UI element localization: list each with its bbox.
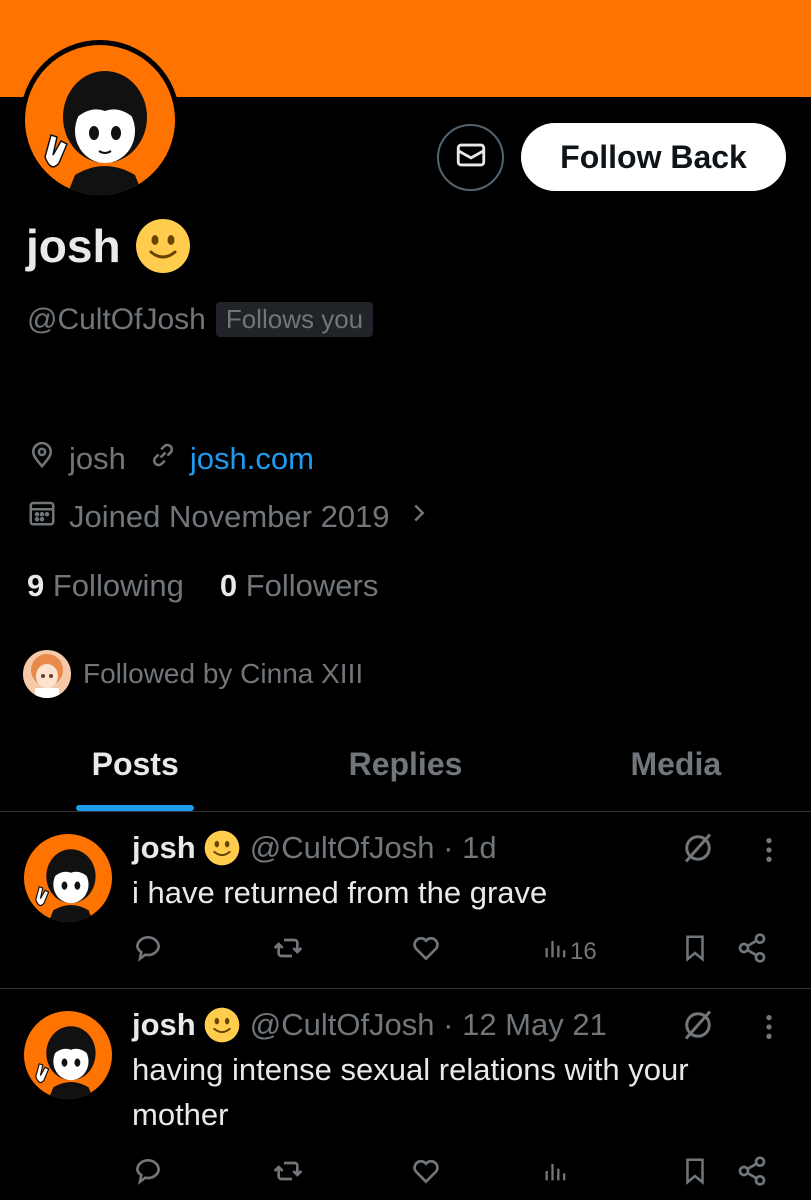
tab-replies-label: Replies xyxy=(348,746,463,782)
post-header: josh @CultOfJosh · 12 May 21 xyxy=(132,1007,607,1043)
reply-icon[interactable] xyxy=(132,932,164,964)
post-meta: @CultOfJosh · 1d xyxy=(249,830,497,865)
chevron-right-icon xyxy=(408,498,442,536)
post-author-name[interactable]: josh xyxy=(132,830,196,866)
post-avatar[interactable] xyxy=(24,1011,112,1099)
post-text: having intense sexual relations with you… xyxy=(132,1052,689,1132)
share-icon[interactable] xyxy=(736,932,768,964)
more-icon[interactable] xyxy=(760,1011,778,1048)
tab-media-label: Media xyxy=(630,746,722,782)
grok-icon[interactable] xyxy=(680,830,716,871)
profile-avatar[interactable] xyxy=(20,40,180,200)
active-tab-indicator xyxy=(76,805,195,811)
calendar-icon xyxy=(27,498,69,536)
joined-date: Joined November 2019 xyxy=(69,499,390,534)
share-icon[interactable] xyxy=(736,1155,768,1187)
slightly-smiling-emoji-icon xyxy=(135,218,191,274)
profile-tabs: Posts Replies Media xyxy=(0,730,811,812)
follower-avatar xyxy=(21,648,73,700)
heart-icon[interactable] xyxy=(410,1155,442,1187)
tab-posts-label: Posts xyxy=(91,746,179,782)
views-icon xyxy=(542,1155,570,1194)
followers-count-link[interactable]: 0 Followers xyxy=(220,568,379,604)
profile-location: josh xyxy=(69,441,126,476)
post-header: josh @CultOfJosh · 1d xyxy=(132,830,497,866)
post-author-name[interactable]: josh xyxy=(132,1007,196,1043)
post-text: i have returned from the grave xyxy=(132,875,548,910)
profile-website-link[interactable]: josh.com xyxy=(190,441,314,477)
more-icon[interactable] xyxy=(760,834,778,871)
handle-row: @CultOfJosh Follows you xyxy=(27,302,374,337)
slightly-smiling-emoji-icon xyxy=(204,1007,240,1043)
message-button[interactable] xyxy=(437,124,504,191)
views-icon xyxy=(542,932,570,971)
followed-by-text: Followed by Cinna XIII xyxy=(83,658,364,689)
link-icon xyxy=(148,440,190,478)
tab-media[interactable]: Media xyxy=(541,730,811,811)
following-label: Following xyxy=(52,568,184,603)
followed-by-row[interactable]: Followed by Cinna XIII xyxy=(21,648,363,700)
post-item[interactable]: josh @CultOfJosh · 12 May 21 having inte… xyxy=(0,989,811,1200)
tab-posts[interactable]: Posts xyxy=(0,730,270,811)
repost-icon[interactable] xyxy=(272,1155,304,1187)
reply-icon[interactable] xyxy=(132,1155,164,1187)
views-button[interactable]: 16 xyxy=(542,932,597,971)
post-item[interactable]: josh @CultOfJosh · 1d i have returned fr… xyxy=(0,812,811,989)
views-count: 16 xyxy=(570,937,597,965)
repost-icon[interactable] xyxy=(272,932,304,964)
display-name-row: josh xyxy=(26,218,191,274)
followers-label: Followers xyxy=(245,568,379,603)
display-name: josh xyxy=(26,220,121,272)
slightly-smiling-emoji-icon xyxy=(204,830,240,866)
followers-count: 0 xyxy=(219,568,238,603)
post-actions xyxy=(132,1155,782,1195)
location-pin-icon xyxy=(27,440,69,478)
post-meta: @CultOfJosh · 12 May 21 xyxy=(249,1007,607,1042)
views-button[interactable] xyxy=(542,1155,570,1194)
bookmark-icon[interactable] xyxy=(680,932,710,964)
grok-icon[interactable] xyxy=(680,1007,716,1048)
location-website-row: josh josh.com xyxy=(27,440,314,478)
follow-back-button[interactable]: Follow Back xyxy=(521,123,786,191)
post-actions: 16 xyxy=(132,932,782,972)
envelope-icon xyxy=(454,138,488,177)
profile-handle: @CultOfJosh xyxy=(27,302,206,336)
following-count-link[interactable]: 9 Following xyxy=(27,568,184,604)
post-avatar[interactable] xyxy=(24,834,112,922)
following-count: 9 xyxy=(27,568,45,603)
heart-icon[interactable] xyxy=(410,932,442,964)
follow-counts: 9 Following 0 Followers xyxy=(27,568,378,604)
bookmark-icon[interactable] xyxy=(680,1155,710,1187)
follows-you-badge: Follows you xyxy=(215,302,374,337)
tab-replies[interactable]: Replies xyxy=(270,730,540,811)
joined-row[interactable]: Joined November 2019 xyxy=(27,498,442,536)
